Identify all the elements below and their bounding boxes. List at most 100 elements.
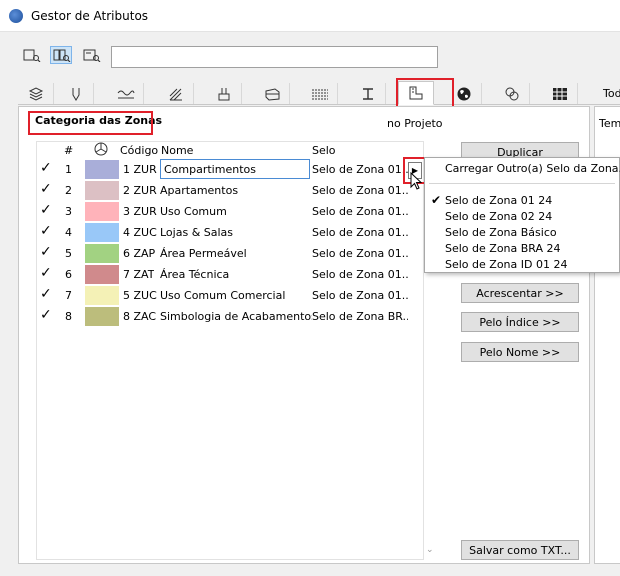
tab-beams[interactable]	[350, 83, 386, 104]
row-name[interactable]: Área Permeável	[160, 247, 312, 260]
list-view-button[interactable]	[20, 46, 42, 64]
table-row[interactable]: ✓ 5 6 ZAP Área Permeável Selo de Zona 01...	[36, 243, 408, 264]
row-stamp[interactable]: Selo de Zona 01...	[312, 184, 408, 197]
scroll-down-icon[interactable]: ⌄	[426, 545, 434, 555]
check-icon[interactable]: ✓	[40, 160, 52, 176]
color-swatch[interactable]	[85, 181, 119, 200]
row-number: 7	[65, 289, 72, 302]
row-name[interactable]: Uso Comum Comercial	[160, 289, 312, 302]
check-icon[interactable]: ✓	[40, 202, 52, 218]
row-code[interactable]: 4 ZUC	[123, 226, 157, 239]
tab-profiles[interactable]	[302, 83, 338, 104]
tab-all-partial[interactable]: Tod	[603, 87, 620, 100]
menu-item-stamp[interactable]: Selo de Zona BRA 24	[445, 242, 561, 255]
row-code[interactable]: 6 ZAP	[123, 247, 155, 260]
color-swatch[interactable]	[85, 202, 119, 221]
tab-pens[interactable]	[58, 83, 94, 104]
row-name[interactable]: Uso Comum	[160, 205, 312, 218]
tab-building-materials[interactable]	[206, 83, 242, 104]
checkmark-icon: ✔	[431, 193, 442, 207]
menu-separator	[429, 183, 615, 184]
header-code[interactable]: Código	[120, 144, 158, 157]
check-icon[interactable]: ✓	[40, 307, 52, 323]
detail-view-icon	[83, 49, 101, 62]
row-name[interactable]: Lojas & Salas	[160, 226, 312, 239]
row-code[interactable]: 1 ZUR	[123, 163, 157, 176]
line-type-icon	[117, 90, 134, 98]
right-panel-partial-title: Tem	[599, 117, 620, 130]
tab-zone-categories[interactable]	[398, 81, 434, 105]
app-icon	[9, 9, 23, 23]
tab-globe[interactable]	[446, 83, 482, 104]
menu-item-stamp[interactable]: Selo de Zona 01 24	[445, 194, 552, 207]
row-code[interactable]: 5 ZUC	[123, 289, 157, 302]
menu-item-stamp[interactable]: Selo de Zona Básico	[445, 226, 557, 239]
tab-line-types[interactable]	[108, 83, 144, 104]
fill-icon	[169, 88, 182, 100]
tab-mep-systems[interactable]	[494, 83, 530, 104]
in-project-label: no Projeto	[387, 117, 443, 130]
check-icon[interactable]: ✓	[40, 223, 52, 239]
menu-item-stamp[interactable]: Selo de Zona 02 24	[445, 210, 552, 223]
by-index-button[interactable]: Pelo Índice >>	[461, 312, 579, 332]
append-button[interactable]: Acrescentar >>	[461, 283, 579, 303]
row-stamp[interactable]: Selo de Zona 01...	[312, 226, 408, 239]
table-row[interactable]: ✓ 4 4 ZUC Lojas & Salas Selo de Zona 01...	[36, 222, 408, 243]
row-number: 8	[65, 310, 72, 323]
tab-tables[interactable]	[542, 83, 578, 104]
header-color[interactable]	[94, 142, 108, 159]
detail-view-button[interactable]	[80, 46, 102, 64]
check-icon[interactable]: ✓	[40, 286, 52, 302]
check-icon[interactable]: ✓	[40, 244, 52, 260]
table-row[interactable]: ✓ 3 3 ZUR Uso Comum Selo de Zona 01...	[36, 201, 408, 222]
split-view-button[interactable]	[50, 46, 72, 64]
header-number[interactable]: #	[64, 144, 73, 157]
by-name-button[interactable]: Pelo Nome >>	[461, 342, 579, 362]
row-stamp[interactable]: Selo de Zona 01...	[312, 247, 408, 260]
row-stamp[interactable]: Selo de Zona 01...	[312, 289, 408, 302]
row-code[interactable]: 3 ZUR	[123, 205, 157, 218]
row-stamp[interactable]: Selo de Zona BR...	[312, 310, 408, 323]
menu-item-stamp[interactable]: Selo de Zona ID 01 24	[445, 258, 567, 271]
title-bar: Gestor de Atributos	[0, 0, 620, 32]
color-swatch[interactable]	[85, 307, 119, 326]
check-icon[interactable]: ✓	[40, 181, 52, 197]
tab-composites[interactable]	[254, 83, 290, 104]
table-row[interactable]: ✓ 6 7 ZAT Área Técnica Selo de Zona 01...	[36, 264, 408, 285]
row-stamp[interactable]: Selo de Zona 01...	[312, 268, 408, 281]
row-name[interactable]: Compartimentos	[160, 159, 310, 179]
row-number: 3	[65, 205, 72, 218]
globe-icon	[457, 87, 470, 100]
split-view-icon	[53, 49, 71, 62]
table-row[interactable]: ✓ 1 1 ZUR Compartimentos Selo de Zona 01...	[36, 159, 408, 180]
window-title: Gestor de Atributos	[31, 9, 149, 23]
row-code[interactable]: 2 ZUR	[123, 184, 157, 197]
row-name[interactable]: Simbologia de Acabamentos	[160, 310, 312, 323]
save-as-txt-button[interactable]: Salvar como TXT...	[461, 540, 579, 560]
color-swatch[interactable]	[85, 265, 119, 284]
row-number: 6	[65, 268, 72, 281]
table-row[interactable]: ✓ 7 5 ZUC Uso Comum Comercial Selo de Zona 0…	[36, 285, 408, 306]
row-code[interactable]: 8 ZAC	[123, 310, 156, 323]
header-stamp[interactable]: Selo	[312, 144, 336, 157]
color-swatch[interactable]	[85, 244, 119, 263]
row-name[interactable]: Área Técnica	[160, 268, 312, 281]
table-row[interactable]: ✓ 8 8 ZAC Simbologia de Acabamentos Selo de …	[36, 306, 408, 327]
zone-stamp-icon	[409, 86, 423, 100]
menu-item-load-other[interactable]: Carregar Outro(a) Selo da Zona...	[445, 162, 620, 175]
row-name[interactable]: Apartamentos	[160, 184, 312, 197]
header-name[interactable]: Nome	[161, 144, 193, 157]
row-number: 4	[65, 226, 72, 239]
row-stamp[interactable]: Selo de Zona 01...	[312, 205, 408, 218]
table-row[interactable]: ✓ 2 2 ZUR Apartamentos Selo de Zona 01...	[36, 180, 408, 201]
row-stamp[interactable]: Selo de Zona 01...	[312, 163, 408, 176]
search-input[interactable]	[111, 46, 438, 68]
color-swatch[interactable]	[85, 223, 119, 242]
row-code[interactable]: 7 ZAT	[123, 268, 154, 281]
check-icon[interactable]: ✓	[40, 265, 52, 281]
tab-layers[interactable]	[18, 83, 54, 104]
color-swatch[interactable]	[85, 286, 119, 305]
color-swatch[interactable]	[85, 160, 119, 179]
tab-fills[interactable]	[158, 83, 194, 104]
stamp-dropdown-menu: Carregar Outro(a) Selo da Zona... ✔ Selo …	[424, 157, 620, 273]
